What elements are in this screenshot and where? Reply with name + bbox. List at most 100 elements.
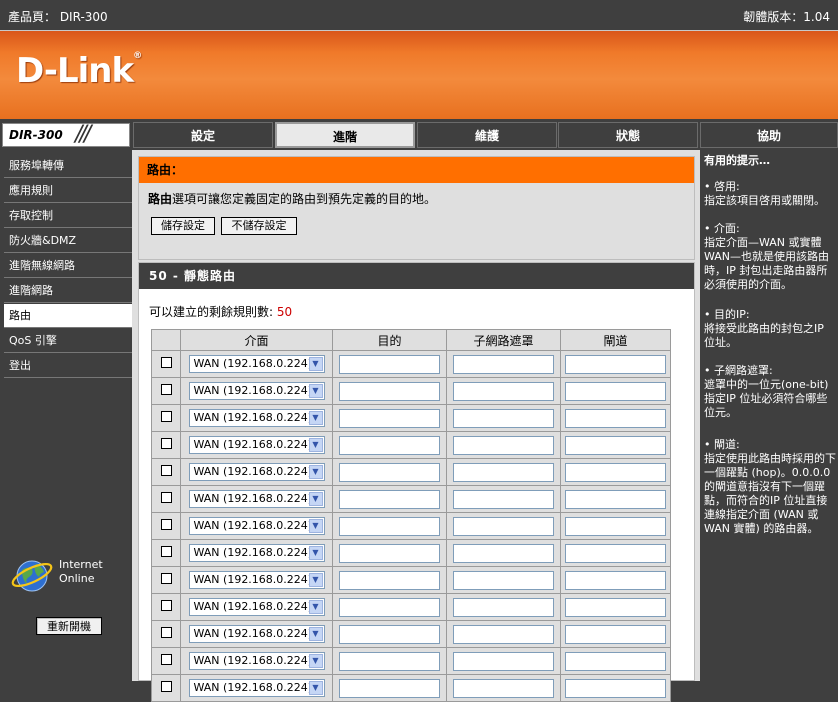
chevron-down-icon[interactable]: ▼ (308, 411, 323, 425)
subnet-mask-cell (446, 431, 561, 459)
route-enable-checkbox[interactable] (160, 573, 172, 584)
gateway-input[interactable] (565, 516, 666, 536)
reboot-button[interactable]: 重新開機 (36, 617, 102, 635)
gateway-cell (560, 350, 671, 378)
chevron-down-icon[interactable]: ▼ (308, 492, 323, 506)
interface-select[interactable]: WAN (192.168.0.224) ▼ (188, 409, 325, 427)
destination-input[interactable] (339, 462, 440, 482)
interface-select[interactable]: WAN (192.168.0.224) ▼ (188, 382, 325, 400)
subnet-mask-input[interactable] (453, 543, 554, 563)
chevron-down-icon[interactable]: ▼ (308, 627, 323, 641)
route-enable-checkbox[interactable] (160, 465, 172, 476)
interface-select[interactable]: WAN (192.168.0.224) ▼ (188, 625, 325, 643)
destination-input[interactable] (339, 543, 440, 563)
dont-save-settings-button[interactable]: 不儲存設定 (221, 217, 297, 235)
chevron-down-icon[interactable]: ▼ (308, 357, 323, 371)
sidebar-item-routing[interactable]: 路由 (4, 304, 132, 328)
gateway-input[interactable] (565, 408, 666, 428)
gateway-input[interactable] (565, 354, 666, 374)
destination-cell (332, 404, 447, 432)
subnet-mask-input[interactable] (453, 489, 554, 509)
interface-select[interactable]: WAN (192.168.0.224) ▼ (188, 517, 325, 535)
interface-select[interactable]: WAN (192.168.0.224) ▼ (188, 679, 325, 697)
subnet-mask-input[interactable] (453, 408, 554, 428)
subnet-mask-input[interactable] (453, 624, 554, 644)
route-enable-checkbox[interactable] (160, 600, 172, 611)
destination-input[interactable] (339, 624, 440, 644)
gateway-input[interactable] (565, 489, 666, 509)
sidebar-item-qos[interactable]: QoS 引擎 (4, 329, 132, 353)
route-enable-checkbox[interactable] (160, 681, 172, 692)
destination-input[interactable] (339, 354, 440, 374)
chevron-down-icon[interactable]: ▼ (308, 681, 323, 695)
interface-select[interactable]: WAN (192.168.0.224) ▼ (188, 544, 325, 562)
sidebar-item-advanced-wireless[interactable]: 進階無線網路 (4, 254, 132, 278)
destination-input[interactable] (339, 597, 440, 617)
sidebar-item-logout[interactable]: 登出 (4, 354, 132, 378)
chevron-down-icon[interactable]: ▼ (308, 438, 323, 452)
interface-select[interactable]: WAN (192.168.0.224) ▼ (188, 490, 325, 508)
sidebar-item-advanced-network[interactable]: 進階網路 (4, 279, 132, 303)
interface-select[interactable]: WAN (192.168.0.224) ▼ (188, 463, 325, 481)
tab-status[interactable]: 狀態 (558, 122, 698, 148)
subnet-mask-input[interactable] (453, 354, 554, 374)
gateway-input[interactable] (565, 624, 666, 644)
route-enable-checkbox[interactable] (160, 519, 172, 530)
route-enable-checkbox[interactable] (160, 492, 172, 503)
destination-input[interactable] (339, 381, 440, 401)
interface-select[interactable]: WAN (192.168.0.224) ▼ (188, 571, 325, 589)
subnet-mask-input[interactable] (453, 570, 554, 590)
chevron-down-icon[interactable]: ▼ (308, 654, 323, 668)
tab-maintenance[interactable]: 維護 (417, 122, 557, 148)
sidebar-item-port-forwarding[interactable]: 服務埠轉傳 (4, 154, 132, 178)
chevron-down-icon[interactable]: ▼ (308, 384, 323, 398)
chevron-down-icon[interactable]: ▼ (308, 573, 323, 587)
subnet-mask-input[interactable] (453, 381, 554, 401)
destination-input[interactable] (339, 570, 440, 590)
destination-input[interactable] (339, 651, 440, 671)
gateway-input[interactable] (565, 543, 666, 563)
route-enable-checkbox[interactable] (160, 384, 172, 395)
static-routes-header: 50 - 靜態路由 (139, 263, 694, 289)
chevron-down-icon[interactable]: ▼ (308, 600, 323, 614)
subnet-mask-input[interactable] (453, 651, 554, 671)
chevron-down-icon[interactable]: ▼ (308, 465, 323, 479)
interface-select[interactable]: WAN (192.168.0.224) ▼ (188, 436, 325, 454)
sidebar-item-firewall-dmz[interactable]: 防火牆&DMZ (4, 229, 132, 253)
destination-input[interactable] (339, 435, 440, 455)
chevron-down-icon[interactable]: ▼ (308, 546, 323, 560)
interface-select[interactable]: WAN (192.168.0.224) ▼ (188, 652, 325, 670)
subnet-mask-input[interactable] (453, 597, 554, 617)
route-enable-checkbox[interactable] (160, 357, 172, 368)
gateway-input[interactable] (565, 381, 666, 401)
destination-input[interactable] (339, 678, 440, 698)
route-enable-checkbox[interactable] (160, 654, 172, 665)
gateway-input[interactable] (565, 462, 666, 482)
destination-input[interactable] (339, 516, 440, 536)
save-settings-button[interactable]: 儲存設定 (151, 217, 215, 235)
sidebar-item-access-control[interactable]: 存取控制 (4, 204, 132, 228)
gateway-input[interactable] (565, 435, 666, 455)
gateway-input[interactable] (565, 678, 666, 698)
route-enable-checkbox[interactable] (160, 627, 172, 638)
interface-select[interactable]: WAN (192.168.0.224) ▼ (188, 598, 325, 616)
route-enable-checkbox[interactable] (160, 438, 172, 449)
chevron-down-icon[interactable]: ▼ (308, 519, 323, 533)
destination-input[interactable] (339, 489, 440, 509)
subnet-mask-input[interactable] (453, 516, 554, 536)
tab-setup[interactable]: 設定 (133, 122, 273, 148)
route-enable-checkbox[interactable] (160, 546, 172, 557)
subnet-mask-input[interactable] (453, 435, 554, 455)
sidebar-item-application-rules[interactable]: 應用規則 (4, 179, 132, 203)
tab-advanced[interactable]: 進階 (275, 122, 415, 148)
subnet-mask-input[interactable] (453, 678, 554, 698)
subnet-mask-input[interactable] (453, 462, 554, 482)
gateway-input[interactable] (565, 651, 666, 671)
product-label: 產品頁： DIR-300 (8, 10, 108, 24)
interface-select[interactable]: WAN (192.168.0.224) ▼ (188, 355, 325, 373)
destination-input[interactable] (339, 408, 440, 428)
gateway-input[interactable] (565, 597, 666, 617)
gateway-input[interactable] (565, 570, 666, 590)
route-enable-checkbox[interactable] (160, 411, 172, 422)
tab-help[interactable]: 協助 (700, 122, 838, 148)
